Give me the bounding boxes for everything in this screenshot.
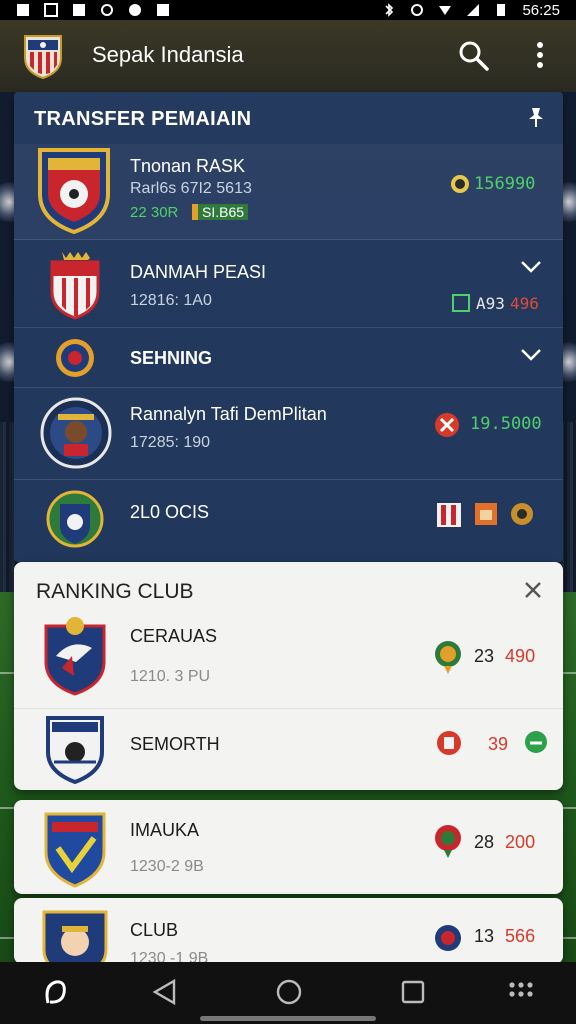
club-crest	[50, 252, 100, 320]
player-tag-number: 22 30R	[130, 204, 179, 221]
row-divider	[14, 708, 563, 709]
badge-icon	[452, 294, 470, 312]
flag-icon	[437, 503, 461, 527]
shirt-icon	[475, 503, 497, 525]
transfer-row[interactable]: SEHNING	[14, 328, 563, 388]
club-card[interactable]: CLUB 1230 -1 9B 13 566	[14, 898, 563, 964]
transfer-value-change: 496	[510, 294, 539, 313]
club-rank-number: 23	[474, 646, 495, 666]
status-bar: 56:25	[0, 0, 576, 20]
club-card[interactable]: IMAUKA 1230-2 9B 28 200	[14, 800, 563, 894]
rank-badge-icon	[437, 731, 461, 755]
club-detail: 1210. 3 PU	[130, 668, 211, 685]
club-rank-number: 39	[488, 734, 509, 754]
transfer-value: 19.5000	[470, 414, 542, 434]
club-rank: 23 490	[474, 646, 535, 667]
chevron-down-icon[interactable]	[520, 348, 542, 362]
assistant-icon[interactable]	[40, 977, 70, 1007]
ranking-row[interactable]: SEMORTH 39	[14, 712, 563, 788]
app-icon	[73, 4, 85, 16]
club-rank-number: 28	[474, 832, 495, 852]
club-name: SEMORTH	[130, 734, 220, 754]
battery-icon	[497, 4, 506, 16]
signal-icon	[467, 4, 480, 16]
club-crest	[46, 716, 104, 784]
pin-icon[interactable]	[525, 106, 547, 128]
bluetooth-icon	[385, 3, 394, 17]
club-name: IMAUKA	[130, 820, 200, 840]
club-crest	[42, 910, 108, 964]
club-points: 490	[505, 646, 536, 666]
club-rank-number: 13	[474, 926, 495, 946]
transfer-row[interactable]: Rannalyn Tafi DemPlitan 17285: 190 19.50…	[14, 388, 563, 480]
player-name: SEHNING	[130, 348, 213, 368]
club-points: 566	[505, 926, 536, 946]
club-rank: 28 200	[474, 832, 535, 853]
transfer-value: A93	[476, 294, 505, 313]
navigation-bar	[0, 962, 576, 1024]
alarm-icon	[411, 4, 424, 16]
player-name: Tnonan RASK	[130, 156, 246, 176]
club-crest	[44, 812, 106, 888]
download-icon	[157, 4, 169, 16]
transfer-row[interactable]: DANMAH PEASI 12816: 1A0 A93 496	[14, 240, 563, 328]
transfer-panel-title: TRANSFER PEMAIAIN	[34, 108, 252, 130]
ranking-panel: RANKING CLUB CERAUAS 1210. 3 PU 23 490 S…	[14, 562, 563, 790]
ranking-row[interactable]: CERAUAS 1210. 3 PU 23 490	[14, 612, 563, 706]
image-icon	[44, 3, 58, 17]
app-logo-crest[interactable]	[22, 32, 64, 80]
transfer-icon	[435, 413, 459, 437]
more-options-icon[interactable]	[528, 38, 552, 72]
back-icon[interactable]	[150, 977, 180, 1007]
recents-icon[interactable]	[398, 977, 428, 1007]
transfer-panel: TRANSFER PEMAIAIN Tnonan RASK Rarl6s 67I…	[14, 92, 563, 562]
rank-badge-icon	[435, 825, 461, 858]
transfer-row[interactable]: Tnonan RASK Rarl6s 67I2 5613 22 30R SI.B…	[14, 144, 563, 240]
club-points: 200	[505, 832, 536, 852]
search-icon[interactable]	[456, 38, 490, 72]
close-icon[interactable]	[523, 580, 543, 600]
club-crest	[38, 148, 110, 234]
status-time: 56:25	[522, 1, 560, 19]
club-name: CERAUAS	[130, 626, 218, 646]
rank-badge-icon	[435, 925, 461, 951]
app-title: Sepak Indansia	[92, 42, 244, 67]
player-detail: 12816: 1A0	[130, 292, 212, 309]
app-bar: Sepak Indansia	[0, 20, 576, 92]
club-detail: 1230-2 9B	[130, 858, 204, 875]
home-indicator[interactable]	[200, 1016, 376, 1021]
chevron-down-icon[interactable]	[520, 260, 542, 274]
sync-icon	[101, 4, 113, 16]
ball-icon	[129, 4, 141, 16]
rank-badge-icon	[435, 641, 461, 674]
notification-icon	[17, 4, 29, 16]
player-name: 2L0 OCIS	[130, 502, 210, 522]
player-name: DANMAH PEASI	[130, 262, 267, 282]
club-crest	[44, 617, 106, 696]
medal-icon	[511, 503, 533, 525]
home-icon[interactable]	[274, 977, 304, 1007]
club-rank: 39	[488, 734, 508, 755]
club-crest	[56, 339, 94, 377]
club-crest	[40, 397, 112, 469]
transfer-value: 156990	[474, 174, 536, 194]
player-tag-badge: SI.B65	[192, 204, 249, 220]
ranking-panel-title: RANKING CLUB	[36, 580, 194, 603]
club-rank: 13 566	[474, 926, 535, 947]
player-detail: Rarl6s 67I2 5613	[130, 180, 252, 197]
club-crest	[46, 490, 104, 548]
player-name: Rannalyn Tafi DemPlitan	[130, 404, 327, 424]
coin-icon	[451, 175, 469, 193]
player-detail: 17285: 190	[130, 434, 211, 451]
club-name: CLUB	[130, 920, 179, 940]
transfer-row[interactable]: 2L0 OCIS	[14, 480, 563, 562]
trend-icon	[525, 731, 547, 753]
wifi-icon	[439, 6, 452, 15]
app-grid-icon[interactable]	[506, 977, 536, 1007]
